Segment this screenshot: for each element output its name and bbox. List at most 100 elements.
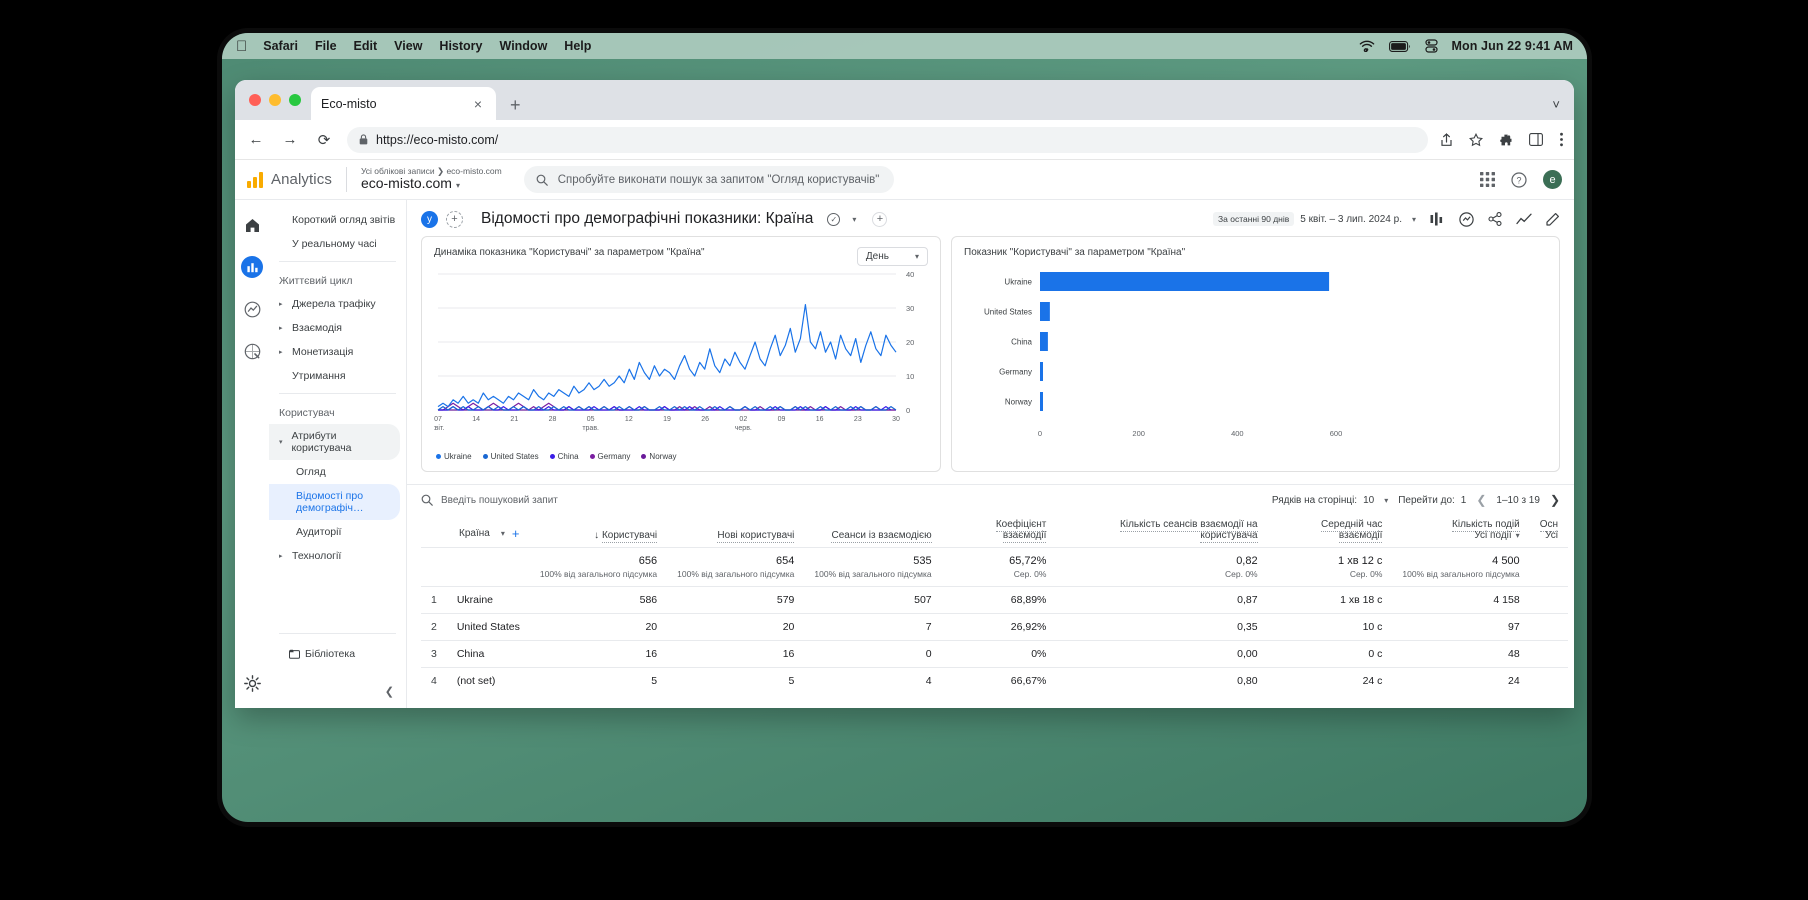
table-row[interactable]: 2 United States 20 20 7 26,92% 0,35 10 с 97: [421, 613, 1568, 641]
maximize-window-button[interactable]: [289, 94, 301, 106]
chevron-right-icon[interactable]: ▸: [279, 348, 287, 356]
sidebar-item-overview[interactable]: Огляд: [269, 460, 406, 484]
granularity-select[interactable]: День ▾: [856, 247, 928, 266]
rail-item-home[interactable]: [241, 214, 263, 236]
legend-item-ukraine[interactable]: Ukraine: [436, 452, 472, 461]
table-search[interactable]: Введіть пошуковий запит: [421, 494, 558, 506]
menu-kebab-icon[interactable]: [1559, 132, 1564, 147]
goto-value[interactable]: 1: [1461, 495, 1467, 506]
row-dimension[interactable]: (not set): [446, 667, 530, 694]
share-insights-icon[interactable]: [1459, 211, 1474, 227]
table-row[interactable]: 3 China 16 16 0 0% 0,00 0 с 48: [421, 640, 1568, 668]
table-header-avg-engagement-time[interactable]: Середній час взаємодії: [1267, 515, 1393, 548]
avatar[interactable]: e: [1543, 170, 1562, 189]
address-bar[interactable]: https://eco-misto.com/: [347, 126, 1428, 153]
menu-item-history[interactable]: History: [439, 39, 482, 53]
table-header-engaged-sessions[interactable]: Сеанси із взаємодією: [804, 515, 942, 548]
control-center-icon[interactable]: [1424, 39, 1438, 53]
rail-item-explore[interactable]: [241, 298, 263, 320]
chevron-down-icon[interactable]: ▾: [1384, 496, 1388, 505]
legend-item-china[interactable]: China: [549, 452, 579, 461]
rail-item-settings[interactable]: [241, 672, 263, 694]
chevron-down-icon[interactable]: ▾: [279, 438, 286, 446]
next-page-button[interactable]: ❯: [1550, 493, 1560, 507]
rail-item-reports[interactable]: [241, 256, 263, 278]
table-header-users[interactable]: ↓ Користувачі: [529, 515, 668, 548]
chevron-right-icon[interactable]: ▸: [279, 552, 287, 560]
analytics-logo[interactable]: Analytics: [247, 171, 346, 188]
table-row[interactable]: 4 (not set) 5 5 4 66,67% 0,80 24 с 24: [421, 667, 1568, 694]
check-circle-icon[interactable]: ✓: [827, 212, 841, 226]
date-range-selector[interactable]: За останні 90 днів 5 квіт. – 3 лип. 2024…: [1213, 212, 1416, 226]
menu-item-safari[interactable]: Safari: [263, 39, 298, 53]
chevron-down-icon[interactable]: ▾: [1516, 531, 1520, 540]
rows-per-page[interactable]: Рядків на сторінці: 10 ▾: [1272, 495, 1388, 506]
help-circle-icon[interactable]: ?: [1511, 171, 1527, 188]
reload-button[interactable]: ⟳: [313, 131, 335, 149]
edit-pencil-icon[interactable]: [1546, 212, 1560, 226]
row-dimension[interactable]: United States: [446, 613, 530, 641]
sidebar-item-library[interactable]: Бібліотека: [279, 642, 396, 666]
forward-button[interactable]: →: [279, 131, 301, 148]
chevron-down-icon[interactable]: ▾: [456, 181, 460, 190]
chevron-right-icon[interactable]: ▸: [279, 324, 287, 332]
chevron-down-icon[interactable]: ▾: [501, 529, 505, 538]
window-traffic-lights[interactable]: [245, 80, 311, 120]
sidebar-item-audiences[interactable]: Аудиторії: [269, 520, 406, 544]
battery-icon[interactable]: [1388, 40, 1411, 52]
menu-item-help[interactable]: Help: [564, 39, 591, 53]
menu-item-edit[interactable]: Edit: [354, 39, 378, 53]
prev-page-button[interactable]: ❮: [1476, 493, 1486, 507]
table-header-conversions[interactable]: Осн Усі: [1529, 515, 1568, 548]
chevron-down-icon[interactable]: ▾: [1412, 215, 1416, 224]
table-header-event-count[interactable]: Кількість подій Усі події ▾: [1392, 515, 1530, 548]
sidebar-item-monetisation[interactable]: ▸ Монетизація: [269, 340, 406, 364]
add-report-button[interactable]: +: [872, 211, 888, 227]
wifi-icon[interactable]: [1359, 40, 1375, 52]
menu-item-window[interactable]: Window: [500, 39, 548, 53]
minimize-window-button[interactable]: [269, 94, 281, 106]
apps-grid-icon[interactable]: [1480, 172, 1495, 187]
goto-page[interactable]: Перейти до: 1: [1398, 495, 1466, 506]
share-icon[interactable]: [1488, 212, 1502, 226]
table-header-engagement-rate[interactable]: Коефіцієнт взаємодії: [941, 515, 1057, 548]
add-dimension-button[interactable]: +: [512, 526, 520, 541]
sidebar-collapse-button[interactable]: ❮: [385, 685, 394, 698]
browser-tab[interactable]: Eco-misto ×: [311, 87, 496, 120]
table-header-sessions-per-user[interactable]: Кількість сеансів взаємодії на користува…: [1056, 515, 1268, 548]
menu-item-view[interactable]: View: [394, 39, 422, 53]
table-row[interactable]: 1 Ukraine 586 579 507 68,89% 0,87 1 хв 18 с4 15…: [421, 586, 1568, 614]
close-window-button[interactable]: [249, 94, 261, 106]
chevron-right-icon[interactable]: ▸: [279, 300, 287, 308]
rail-item-advertising[interactable]: [241, 340, 263, 362]
sidebar-item-tech[interactable]: ▸ Технології: [269, 544, 406, 568]
sidebar-item-retention[interactable]: Утримання: [269, 364, 406, 388]
sidebar-item-engagement[interactable]: ▸ Взаємодія: [269, 316, 406, 340]
row-dimension[interactable]: Ukraine: [446, 586, 530, 614]
apple-logo-icon[interactable]: : [236, 39, 247, 54]
legend-item-united-states[interactable]: United States: [482, 452, 539, 461]
trend-icon[interactable]: [1516, 213, 1532, 225]
extensions-icon[interactable]: [1499, 133, 1513, 147]
legend-item-norway[interactable]: Norway: [641, 452, 677, 461]
sidebar-icon[interactable]: [1529, 133, 1543, 146]
account-selector[interactable]: Усі облікові записи ❯ eco-misto.com eco-…: [345, 166, 502, 193]
menu-item-file[interactable]: File: [315, 39, 337, 53]
add-comparison-chip[interactable]: +: [446, 210, 463, 228]
share-icon[interactable]: [1440, 132, 1453, 147]
comparison-chip-all-users[interactable]: у: [421, 210, 438, 228]
insights-icon[interactable]: [1430, 212, 1445, 226]
chevron-down-icon[interactable]: ˅: [1552, 97, 1560, 112]
sidebar-item-realtime[interactable]: У реальному часі: [269, 232, 406, 256]
legend-item-germany[interactable]: Germany: [589, 452, 630, 461]
table-header-new-users[interactable]: Нові користувачі: [667, 515, 805, 548]
new-tab-button[interactable]: +: [496, 96, 535, 120]
back-button[interactable]: ←: [245, 131, 267, 148]
close-tab-icon[interactable]: ×: [470, 95, 486, 113]
chevron-down-icon[interactable]: ▾: [852, 215, 856, 224]
sidebar-item-user-attributes[interactable]: ▾ Атрибути користувача: [269, 424, 400, 460]
sidebar-item-demographic-details[interactable]: Відомості про демографіч…: [269, 484, 400, 520]
sidebar-item-reports-snapshot[interactable]: Короткий огляд звітів: [269, 208, 406, 232]
bookmark-star-icon[interactable]: [1469, 132, 1483, 147]
sidebar-item-acquisition[interactable]: ▸ Джерела трафіку: [269, 292, 406, 316]
